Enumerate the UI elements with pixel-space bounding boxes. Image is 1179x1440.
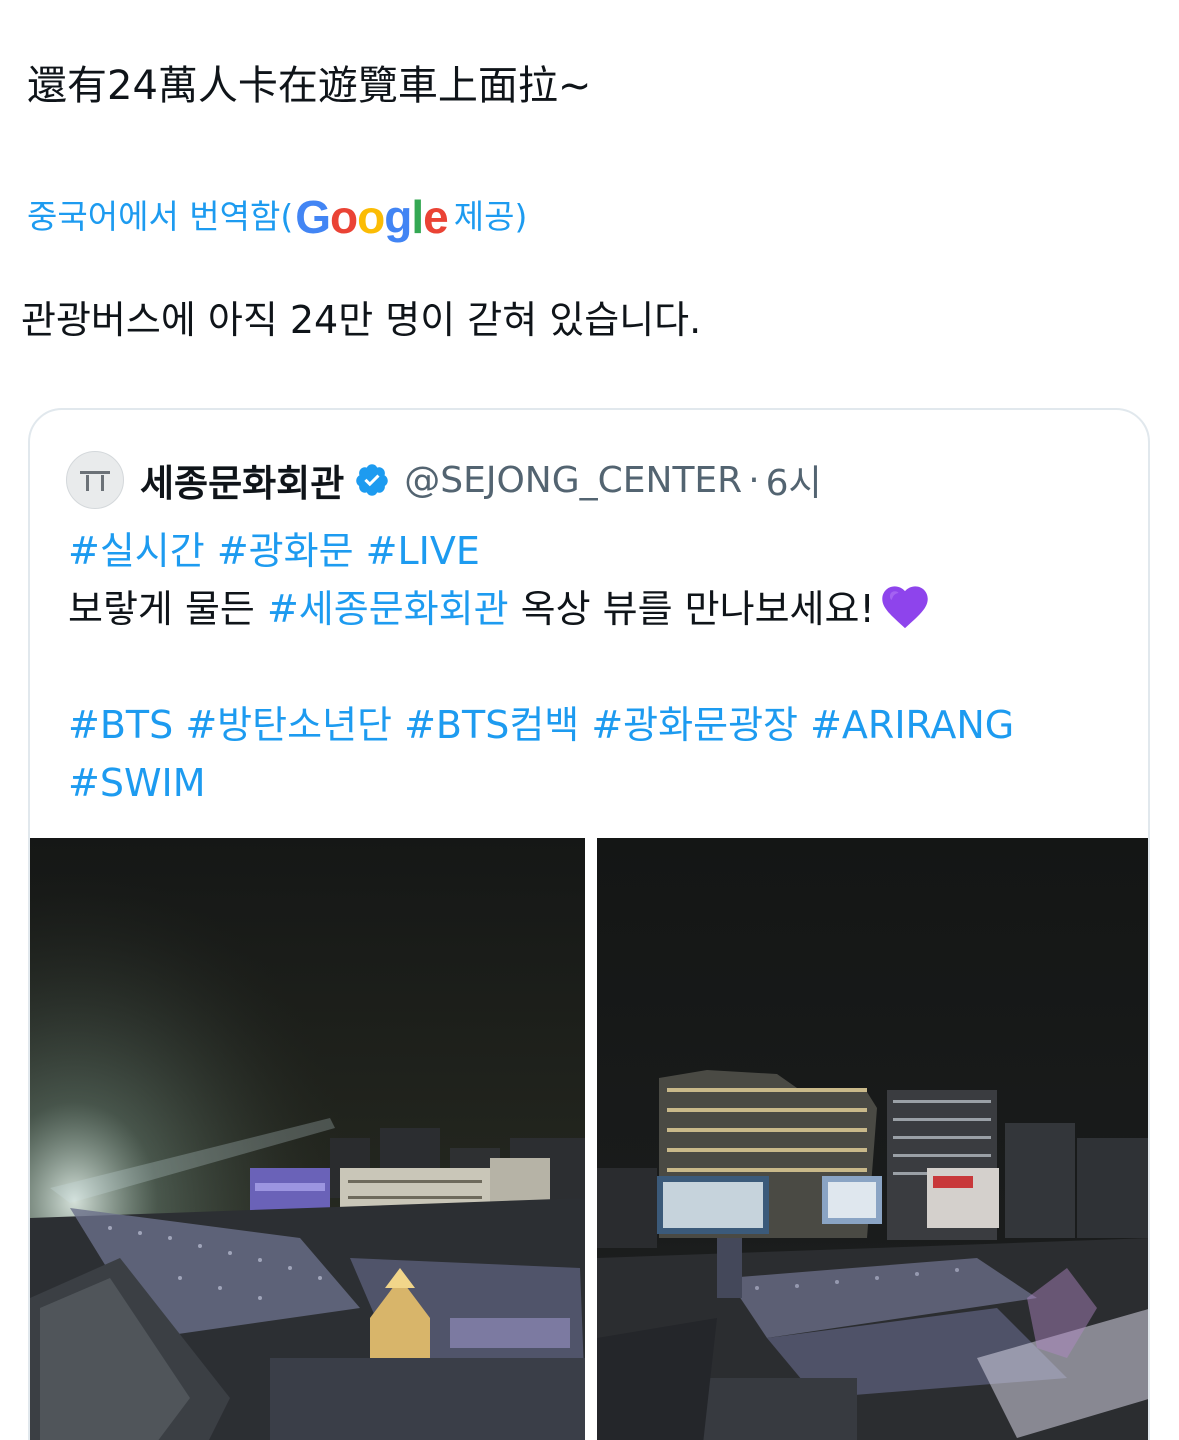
quoted-line-3: #BTS #방탄소년단 #BTS컴백 #광화문광장 #ARIRANG <box>68 696 1128 754</box>
translation-attribution[interactable]: 중국어에서 번역함( Google 제공) <box>27 192 527 242</box>
quoted-line-4: #SWIM <box>68 754 1128 812</box>
hashtag-link[interactable]: #LIVE <box>366 529 480 573</box>
hashtag-link[interactable]: #광화문 <box>217 529 354 573</box>
quoted-line-1: #실시간 #광화문 #LIVE <box>68 522 1128 580</box>
quoted-tweet-header: 세종문화회관 @SEJONG_CENTER · 6시 <box>66 450 822 510</box>
translation-prefix: 중국어에서 번역함( <box>27 197 294 236</box>
hashtag-link[interactable]: #BTS컴백 <box>404 703 579 747</box>
sejong-logo-icon <box>80 471 110 491</box>
night-plaza-photo[interactable] <box>597 838 1148 1440</box>
quoted-timestamp[interactable]: 6시 <box>766 454 822 506</box>
header-separator: · <box>748 459 760 501</box>
quoted-tweet-body: #실시간 #광화문 #LIVE 보랗게 물든 #세종문화회관 옥상 뷰를 만나보… <box>68 522 1128 812</box>
hashtag-link[interactable]: #SWIM <box>68 761 206 805</box>
media-grid <box>30 838 1148 1440</box>
quoted-tweet-card[interactable]: 세종문화회관 @SEJONG_CENTER · 6시 #실시간 #광화문 #LI… <box>28 408 1150 1440</box>
hashtag-link[interactable]: #BTS <box>68 703 173 747</box>
quoted-handle[interactable]: @SEJONG_CENTER <box>404 460 742 501</box>
hashtag-link[interactable]: #방탄소년단 <box>185 703 392 747</box>
quoted-line-2: 보랗게 물든 #세종문화회관 옥상 뷰를 만나보세요! <box>68 580 1128 638</box>
quoted-text-suffix: 옥상 뷰를 만나보세요! <box>508 587 875 631</box>
night-crowd-photo[interactable] <box>30 838 585 1440</box>
google-logo-icon: Google <box>295 191 448 243</box>
verified-badge-icon <box>354 462 390 498</box>
purple-heart-icon <box>877 580 933 646</box>
hashtag-link[interactable]: #실시간 <box>68 529 205 573</box>
hashtag-link[interactable]: #ARIRANG <box>810 703 1014 747</box>
tweet-translated-text: 관광버스에 아직 24만 명이 갇혀 있습니다. <box>21 298 702 342</box>
hashtag-link[interactable]: #광화문광장 <box>591 703 798 747</box>
translation-suffix: 제공) <box>453 197 528 236</box>
quoted-text-prefix: 보랗게 물든 <box>68 587 267 631</box>
tweet-detail: 還有24萬人卡在遊覽車上面拉~ 중국어에서 번역함( Google 제공) 관광… <box>0 0 1179 1440</box>
avatar[interactable] <box>66 451 124 509</box>
hashtag-link[interactable]: #세종문화회관 <box>267 587 509 631</box>
tweet-original-text: 還有24萬人卡在遊覽車上面拉~ <box>27 63 592 109</box>
quoted-display-name[interactable]: 세종문화회관 <box>140 453 344 507</box>
